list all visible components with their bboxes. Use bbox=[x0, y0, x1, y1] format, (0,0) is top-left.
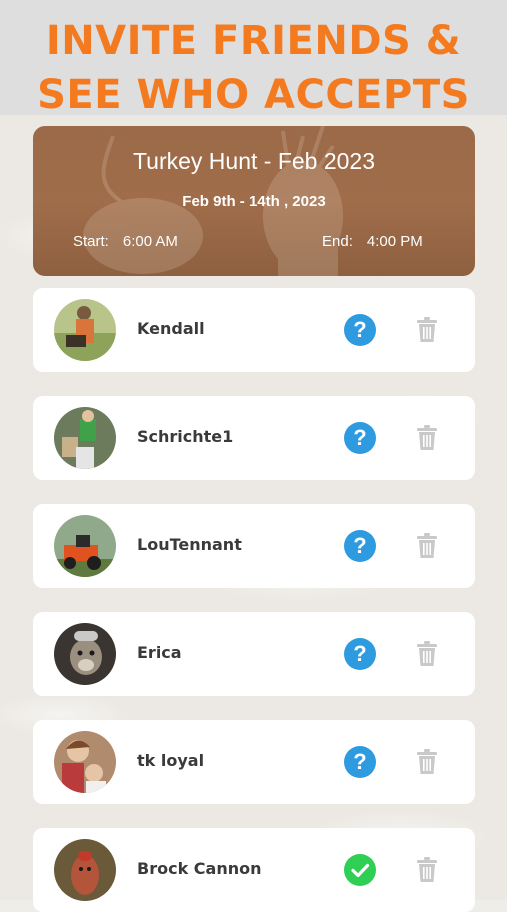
event-title: Turkey Hunt - Feb 2023 bbox=[132, 148, 376, 174]
invitee-row[interactable]: Erica ? bbox=[33, 612, 475, 696]
question-icon: ? bbox=[344, 638, 376, 670]
question-icon: ? bbox=[344, 422, 376, 454]
invitee-row[interactable]: Kendall ? bbox=[33, 288, 475, 372]
friend-name: Erica bbox=[137, 643, 182, 662]
promo-headline: INVITE FRIENDS & SEE WHO ACCEPTS bbox=[0, 14, 507, 122]
trash-icon[interactable] bbox=[416, 857, 438, 883]
avatar[interactable] bbox=[54, 299, 116, 361]
trash-icon[interactable] bbox=[416, 749, 438, 775]
question-icon: ? bbox=[344, 314, 376, 346]
friend-name: LouTennant bbox=[137, 535, 242, 554]
trash-icon[interactable] bbox=[416, 533, 438, 559]
event-end: End: 4:00 PM bbox=[322, 233, 423, 250]
start-label: Start: bbox=[73, 233, 109, 250]
event-dates: Feb 9th - 14th , 2023 bbox=[182, 193, 326, 210]
trash-icon[interactable] bbox=[416, 317, 438, 343]
question-icon: ? bbox=[344, 746, 376, 778]
invitee-row[interactable]: Brock Cannon bbox=[33, 828, 475, 912]
friend-name: Brock Cannon bbox=[137, 859, 262, 878]
trash-icon[interactable] bbox=[416, 425, 438, 451]
invitee-row[interactable]: tk loyal ? bbox=[33, 720, 475, 804]
invitee-row[interactable]: LouTennant ? bbox=[33, 504, 475, 588]
friend-name: Schrichte1 bbox=[137, 427, 234, 446]
headline-line-2: SEE WHO ACCEPTS bbox=[37, 72, 470, 118]
avatar[interactable] bbox=[54, 515, 116, 577]
avatar[interactable] bbox=[54, 731, 116, 793]
end-label: End: bbox=[322, 233, 353, 250]
event-start: Start: 6:00 AM bbox=[73, 233, 178, 250]
avatar[interactable] bbox=[54, 623, 116, 685]
event-card[interactable]: Turkey Hunt - Feb 2023 Feb 9th - 14th , … bbox=[33, 126, 475, 276]
friend-name: tk loyal bbox=[137, 751, 205, 770]
question-icon: ? bbox=[344, 530, 376, 562]
headline-line-1: INVITE FRIENDS & bbox=[45, 18, 462, 64]
friend-name: Kendall bbox=[137, 319, 205, 338]
end-time: 4:00 PM bbox=[366, 233, 423, 250]
checkmark-icon bbox=[344, 854, 376, 886]
avatar[interactable] bbox=[54, 407, 116, 469]
trash-icon[interactable] bbox=[416, 641, 438, 667]
invitee-row[interactable]: Schrichte1 ? bbox=[33, 396, 475, 480]
avatar[interactable] bbox=[54, 839, 116, 901]
start-time: 6:00 AM bbox=[122, 233, 178, 250]
